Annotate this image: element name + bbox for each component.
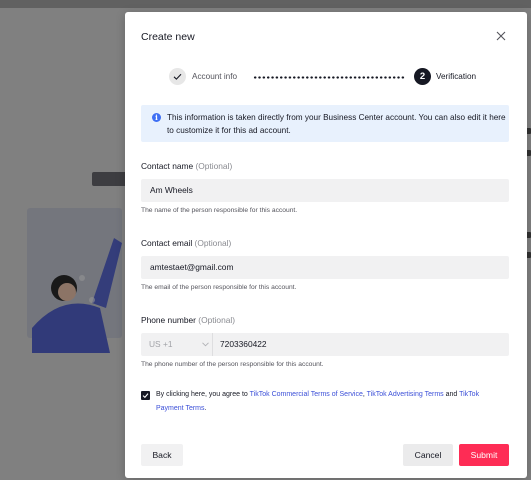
info-icon: i (152, 113, 161, 122)
contact-name-label: Contact name (Optional) (141, 161, 232, 171)
submit-button[interactable]: Submit (459, 444, 509, 466)
cancel-button[interactable]: Cancel (403, 444, 453, 466)
step-verification-label: Verification (436, 72, 477, 81)
terms-checkbox[interactable] (141, 391, 150, 400)
info-banner-text: This information is taken directly from … (167, 113, 506, 135)
back-button[interactable]: Back (141, 444, 183, 466)
optional-tag: (Optional) (198, 315, 236, 325)
terms-separator: and (443, 391, 460, 398)
contact-name-help: The name of the person responsible for t… (141, 207, 298, 214)
phone-number-label-text: Phone number (141, 315, 196, 325)
terms-prefix: By clicking here, you agree to (156, 391, 250, 398)
commercial-terms-link[interactable]: TikTok Commercial Terms of Service (250, 391, 363, 398)
check-icon (169, 68, 186, 85)
phone-number-help: The phone number of the person responsib… (141, 361, 324, 368)
contact-email-input[interactable]: amtestaet@gmail.com (141, 256, 509, 279)
optional-tag: (Optional) (194, 238, 232, 248)
chevron-down-icon (202, 342, 209, 347)
contact-email-label-text: Contact email (141, 238, 193, 248)
create-new-modal: Create new Account info 2 Verification i… (125, 12, 527, 478)
stepper-progress-dots (253, 76, 405, 79)
step-2-number: 2 (414, 68, 431, 85)
step-account-info-label: Account info (192, 72, 238, 81)
advertising-terms-link[interactable]: TikTok Advertising Terms (367, 391, 444, 398)
contact-email-help: The email of the person responsible for … (141, 284, 297, 291)
checkmark-icon (142, 393, 149, 399)
close-icon[interactable] (494, 29, 508, 43)
info-banner: i This information is taken directly fro… (141, 105, 509, 142)
stepper: Account info 2 Verification (169, 68, 489, 86)
modal-title: Create new (141, 31, 195, 43)
phone-number-input[interactable]: 7203360422 (213, 333, 509, 356)
optional-tag: (Optional) (195, 161, 233, 171)
contact-name-input[interactable]: Am Wheels (141, 179, 509, 202)
phone-number-label: Phone number (Optional) (141, 315, 235, 325)
contact-name-label-text: Contact name (141, 161, 194, 171)
terms-suffix: . (204, 405, 207, 412)
contact-email-label: Contact email (Optional) (141, 238, 231, 248)
terms-text: By clicking here, you agree to TikTok Co… (156, 388, 506, 416)
country-code-value: US +1 (149, 339, 173, 349)
